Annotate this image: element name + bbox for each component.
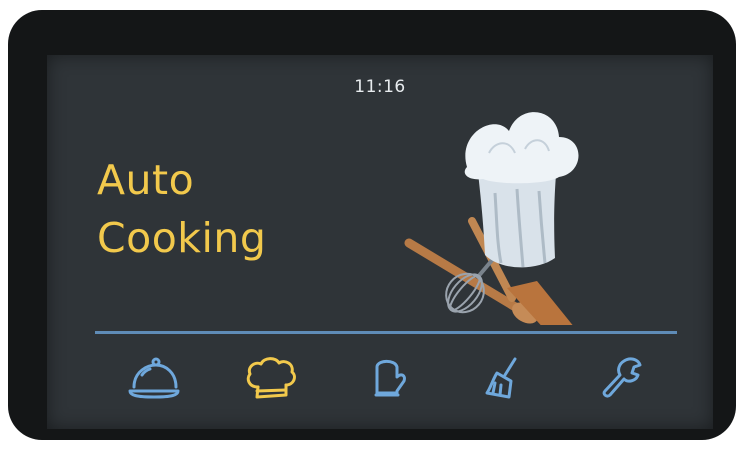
menu-item-settings[interactable] xyxy=(589,352,649,404)
divider-line xyxy=(95,331,677,334)
cloche-icon xyxy=(128,357,180,399)
display-screen: 11:16 Auto Cooking xyxy=(47,55,713,429)
bottom-menu xyxy=(95,343,677,413)
brush-icon xyxy=(485,357,517,399)
title-line-1: Auto xyxy=(97,156,195,204)
menu-item-cloche[interactable] xyxy=(123,352,183,404)
chef-hat-icon xyxy=(246,357,296,399)
menu-item-cleaning[interactable] xyxy=(472,352,532,404)
title-line-2: Cooking xyxy=(97,214,267,262)
wrench-icon xyxy=(602,357,642,398)
page-title: Auto Cooking xyxy=(97,151,266,267)
chef-hat-illustration xyxy=(404,112,579,325)
menu-item-oven-mitt[interactable] xyxy=(356,352,416,404)
clock: 11:16 xyxy=(354,77,406,97)
oven-mitt-icon xyxy=(374,359,406,397)
menu-item-chef-hat[interactable] xyxy=(240,352,300,404)
